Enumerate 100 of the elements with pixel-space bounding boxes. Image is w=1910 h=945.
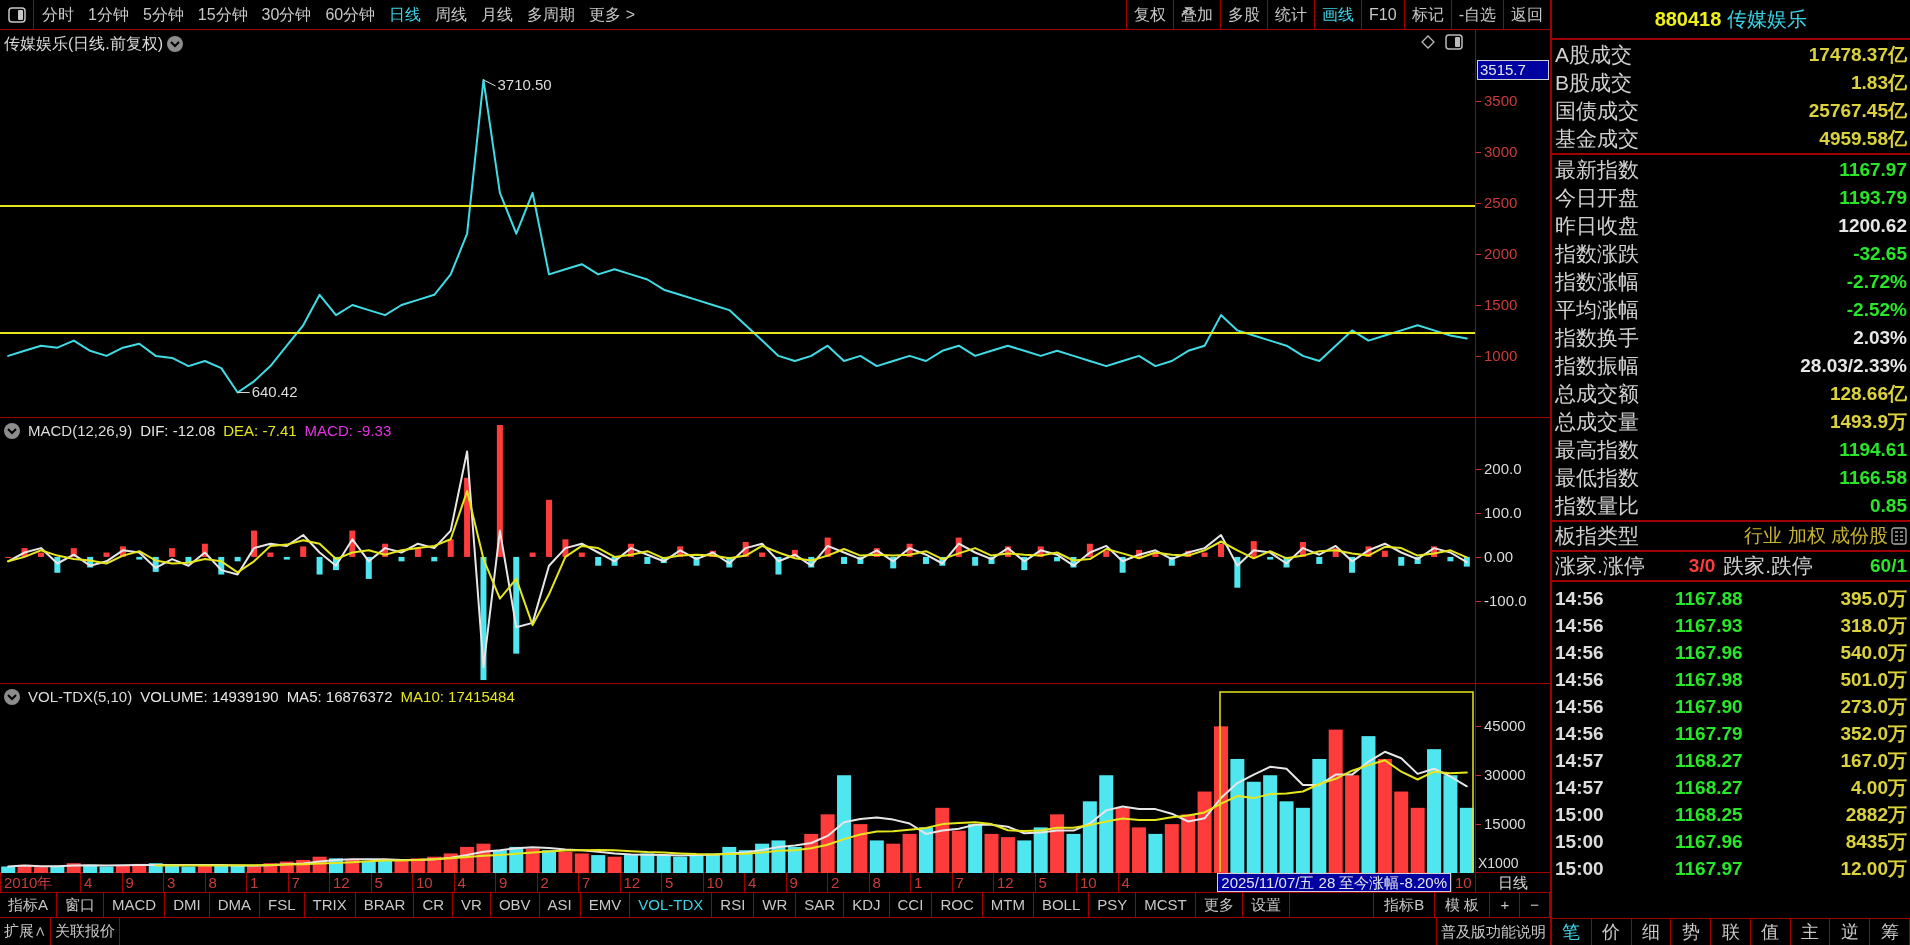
security-code: 880418: [1654, 7, 1722, 32]
date-label: 12: [993, 873, 1035, 892]
date-label: 5: [1034, 873, 1076, 892]
stat-label: 基金成交: [1555, 126, 1639, 152]
stat-label: 总成交额: [1555, 381, 1639, 407]
stat-label: 板指类型: [1555, 523, 1639, 550]
stat-value: 17478.37亿: [1808, 43, 1907, 67]
date-label: 4: [453, 873, 495, 892]
legend-value: DEA: -7.41: [223, 421, 297, 441]
date-label: 8: [204, 873, 246, 892]
date-label: 10: [1076, 873, 1118, 892]
stat-value: 1193.79: [1839, 186, 1907, 210]
tick-time: 14:57: [1555, 776, 1605, 801]
stat-value: 1167.97: [1839, 158, 1907, 182]
security-name: 传媒娱乐: [1727, 7, 1808, 32]
legend-value: DIF: -12.08: [140, 421, 216, 441]
extreme-price-label: 3710.50: [497, 75, 552, 93]
tick-volume: 167.0万: [1839, 749, 1907, 774]
stat-value: 1493.9万: [1829, 410, 1907, 434]
stat-label: 平均涨幅: [1555, 297, 1639, 323]
decliners-value: 60/1: [1870, 553, 1907, 578]
tick-time: 15:00: [1555, 830, 1605, 855]
date-label: 1: [246, 873, 288, 892]
axis-label: 30000: [1484, 767, 1526, 784]
tick-price: 1168.25: [1675, 803, 1744, 828]
axis-label: 3000: [1484, 144, 1518, 161]
tick-volume: 12.00万: [1839, 857, 1907, 882]
legend-value: VOLUME: 14939190: [140, 687, 279, 707]
tick-time: 14:56: [1555, 587, 1605, 612]
tick-price: 1167.90: [1675, 695, 1744, 720]
tick-volume: 2882万: [1844, 803, 1907, 828]
date-label: 7: [578, 873, 620, 892]
tick-price: 1167.97: [1675, 857, 1744, 882]
tick-time: 14:56: [1555, 668, 1605, 693]
tick-price: 1167.96: [1675, 830, 1744, 855]
tick-time: 14:56: [1555, 695, 1605, 720]
stat-label: 跌家.跌停: [1723, 553, 1814, 580]
tick-time: 15:00: [1555, 857, 1605, 882]
axis-label: 45000: [1484, 718, 1526, 735]
stat-value: 4959.58亿: [1819, 127, 1907, 151]
unit-label: X1000: [1478, 855, 1519, 871]
date-label: 7: [287, 873, 329, 892]
stat-label: A股成交: [1555, 42, 1632, 68]
tick-volume: 352.0万: [1839, 722, 1907, 747]
stat-value: -2.72%: [1846, 270, 1907, 294]
tick-time: 14:56: [1555, 641, 1605, 666]
date-label: 12: [329, 873, 371, 892]
date-cursor-label: 2025/11/07/五 28 至今涨幅-8.20%: [1217, 873, 1451, 892]
stat-label: 最高指数: [1555, 437, 1639, 463]
date-label: 2010年: [0, 873, 80, 892]
date-label: 10: [702, 873, 744, 892]
tick-price: 1167.96: [1675, 641, 1744, 666]
tick-volume: 501.0万: [1839, 668, 1907, 693]
axis-label: 1000: [1484, 347, 1518, 364]
tick-price: 1167.98: [1675, 668, 1744, 693]
sector-type-value: 行业 加权 成份股: [1744, 523, 1888, 548]
tick-price: 1168.27: [1675, 776, 1744, 801]
tick-time: 14:56: [1555, 722, 1605, 747]
stat-value: 2.03%: [1853, 326, 1907, 350]
stat-label: 最低指数: [1555, 465, 1639, 491]
date-label: 4: [1117, 873, 1159, 892]
extreme-price-label: 640.42: [251, 382, 298, 400]
tick-time: 15:00: [1555, 803, 1605, 828]
tick-time: 14:57: [1555, 749, 1605, 774]
stat-label: 国债成交: [1555, 98, 1639, 124]
legend-value: MA10: 17415484: [400, 687, 515, 707]
date-label: 2: [827, 873, 869, 892]
stat-value: 1.83亿: [1851, 71, 1907, 95]
date-label: 5: [370, 873, 412, 892]
date-label: 5: [661, 873, 703, 892]
stat-label: 指数振幅: [1555, 353, 1639, 379]
axis-label: 3500: [1484, 93, 1518, 110]
stat-value: 1166.58: [1839, 466, 1907, 490]
date-label: 4: [80, 873, 122, 892]
stat-label: 总成交量: [1555, 409, 1639, 435]
axis-label: 0.00: [1484, 548, 1514, 565]
tick-volume: 4.00万: [1850, 776, 1907, 801]
stat-value: 25767.45亿: [1808, 99, 1907, 123]
date-label: 10: [412, 873, 454, 892]
date-label: 12: [619, 873, 661, 892]
date-label: 4: [744, 873, 786, 892]
date-label: 1: [910, 873, 952, 892]
date-label: 9: [121, 873, 163, 892]
axis-label: 200.0: [1484, 461, 1522, 477]
tick-volume: 540.0万: [1839, 641, 1907, 666]
tick-price: 1167.88: [1675, 587, 1744, 612]
stat-value: 0.85: [1870, 494, 1907, 518]
axis-label: 2000: [1484, 246, 1518, 263]
legend-value: MA5: 16876372: [286, 687, 393, 707]
advancers-value: 3/0: [1688, 553, 1716, 578]
axis-label: 15000: [1484, 816, 1526, 833]
tick-time: 14:56: [1555, 614, 1605, 639]
axis-label: 1500: [1484, 296, 1518, 313]
tick-volume: 318.0万: [1839, 614, 1907, 639]
stat-label: 指数涨跌: [1555, 241, 1639, 267]
stat-label: 涨家.涨停: [1555, 553, 1645, 580]
stat-label: 今日开盘: [1555, 185, 1639, 211]
stat-label: 指数量比: [1555, 493, 1639, 519]
tick-price: 1167.79: [1675, 722, 1744, 747]
axis-label: -100.0: [1484, 592, 1527, 609]
